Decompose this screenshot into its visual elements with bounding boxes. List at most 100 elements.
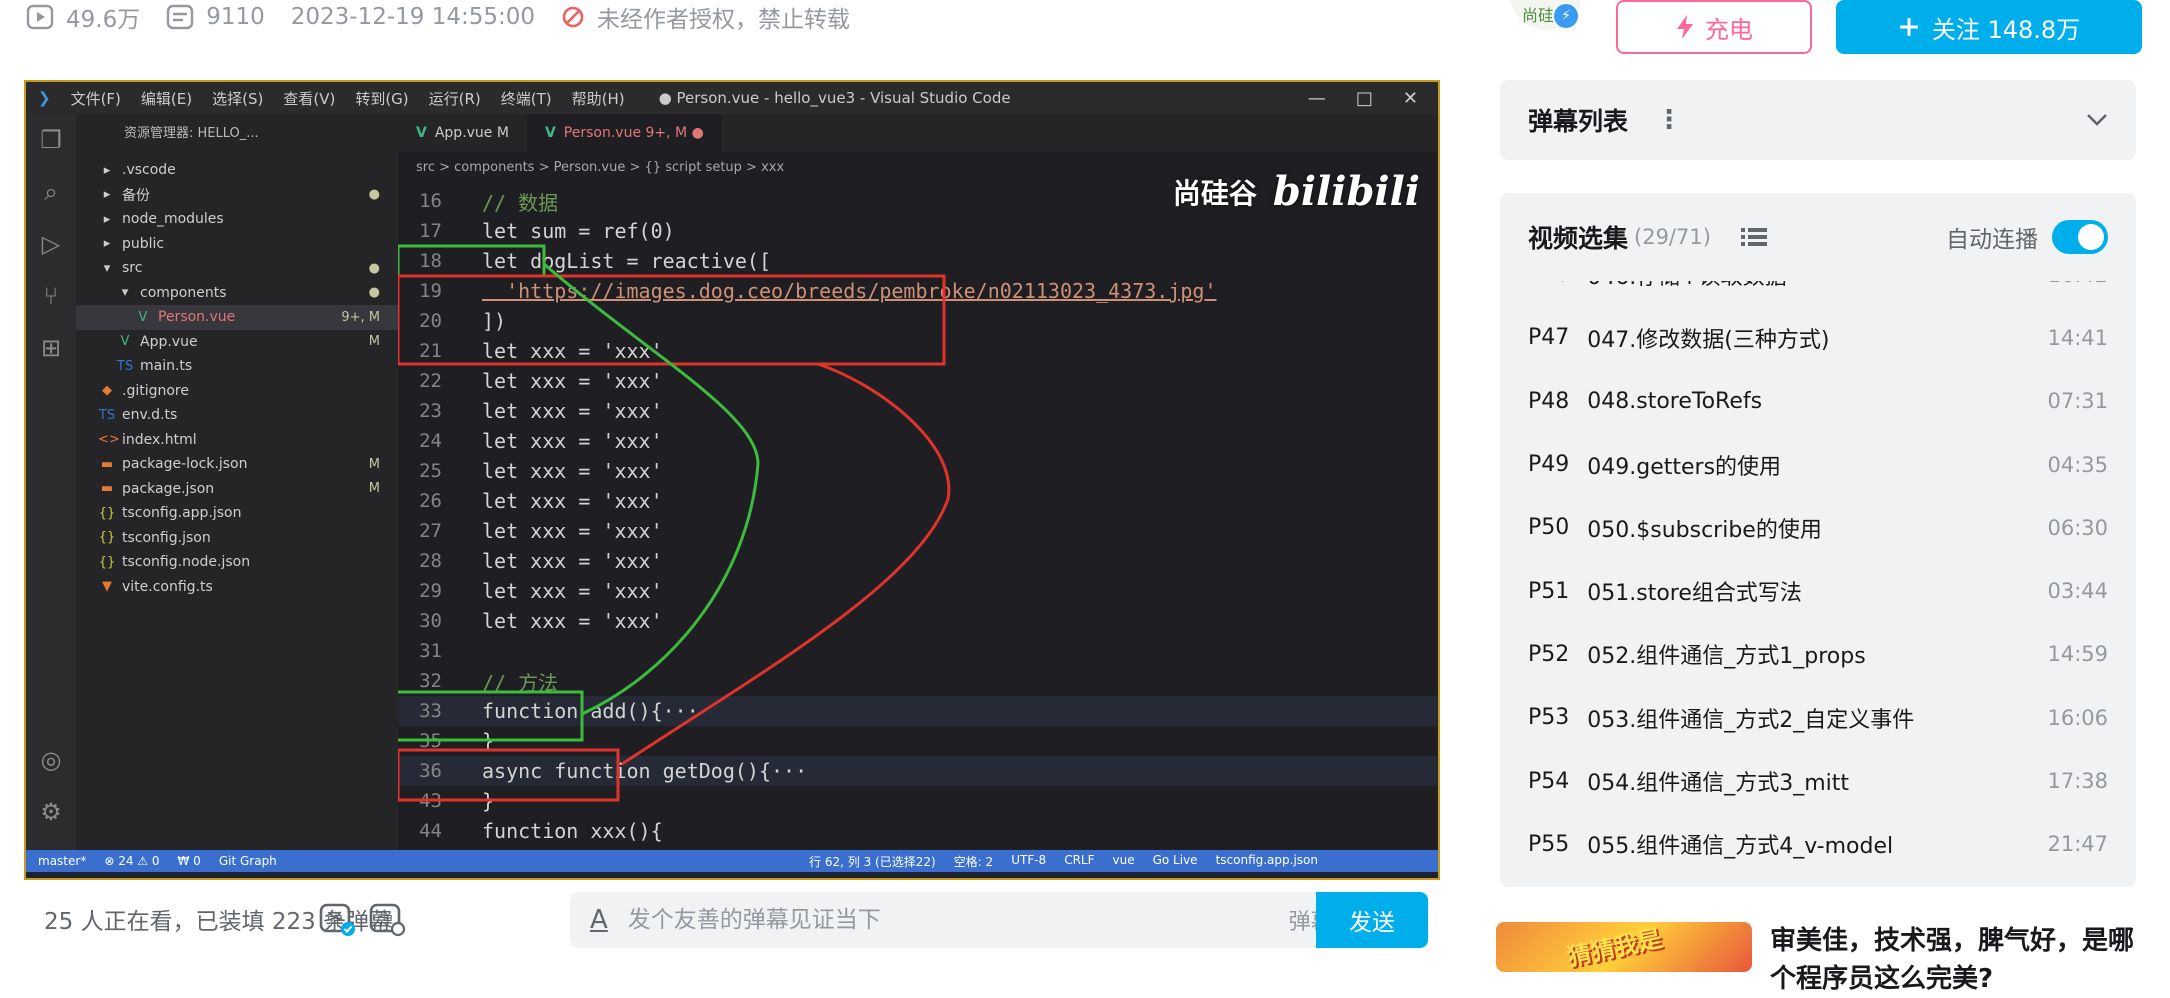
code-line: 33 function add(){···: [398, 696, 1438, 726]
files-icon: ❐: [40, 126, 62, 154]
playlist-item[interactable]: P48 048.storeToRefs 07:31: [1500, 370, 2136, 433]
playlist-item[interactable]: P55 055.组件通信_方式4_v-model 21:47: [1500, 813, 2136, 876]
file-tree-item: TS env.d.ts: [76, 403, 398, 428]
svg-text:弹: 弹: [327, 910, 343, 929]
danmaku-input[interactable]: [627, 907, 1148, 933]
episode-duration: 14:59: [2047, 642, 2108, 667]
file-type-icon: ▾: [103, 260, 111, 276]
recommended-video-thumbnail[interactable]: 猜猜我是: [1496, 922, 1752, 972]
file-type-icon: ▼: [102, 579, 112, 595]
follow-button[interactable]: 关注 148.8万: [1836, 0, 2142, 54]
line-number: 28: [419, 550, 442, 572]
video-watermark: 尚硅谷 bilibili: [1173, 168, 1420, 215]
code-line: 32 // 方法: [398, 666, 1438, 696]
code-text: // 数据: [482, 190, 559, 215]
file-status-badge: ●: [368, 260, 380, 276]
video-player[interactable]: ❯ 文件(F) 编辑(E) 选择(S) 查看(V) 转到(G) 运行(R) 终端(T) 帮助(…: [24, 80, 1440, 880]
file-status-badge: M: [368, 334, 380, 350]
plus-icon: [1899, 18, 1918, 36]
recommended-video-title[interactable]: 审美佳，技术强，脾气好，是哪个程序员这么完美?: [1770, 922, 2140, 998]
code-text: 'https://images.dog.ceo/breeds/pembroke/…: [482, 279, 1217, 303]
file-tree-label: vite.config.ts: [122, 578, 213, 595]
line-number: 16: [419, 190, 442, 212]
code-text: ]): [482, 309, 507, 333]
autoplay-label: 自动连播: [1946, 227, 2038, 253]
verified-badge-icon: ⚡: [1552, 2, 1580, 30]
playlist-item[interactable]: P50 050.$subscribe的使用 06:30: [1500, 496, 2136, 559]
episode-number: P49: [1528, 452, 1570, 478]
file-type-icon: ▾: [121, 285, 129, 301]
file-tree-label: tsconfig.node.json: [122, 554, 251, 571]
statusbar-item: Go Live: [1152, 852, 1198, 867]
danmaku-settings-icon[interactable]: 弹: [364, 896, 410, 942]
code-text: let xxx = 'xxx': [482, 429, 663, 453]
code-line: 25 let xxx = 'xxx': [398, 456, 1438, 486]
episode-title: 047.修改数据(三种方式): [1587, 327, 1830, 353]
line-number: 31: [419, 640, 442, 662]
file-tree-item: TS main.ts: [76, 354, 398, 379]
file-status-badge: ●: [368, 285, 380, 301]
file-tree-item: ▸ .vscode: [76, 158, 398, 183]
file-tree-label: index.html: [122, 431, 197, 448]
line-number: 22: [419, 370, 442, 392]
list-view-icon[interactable]: [1740, 227, 1767, 247]
file-type-icon: ▬: [100, 456, 114, 472]
file-tree-label: 备份: [122, 187, 150, 204]
episode-duration: 03:44: [2047, 579, 2108, 604]
publish-time: 2023-12-19 14:55:00: [291, 4, 535, 30]
episode-duration: 07:31: [2047, 389, 2108, 414]
code-line: 29 let xxx = 'xxx': [398, 576, 1438, 606]
chevron-down-icon[interactable]: [2086, 108, 2108, 133]
vscode-menu-item: 选择(S): [212, 89, 264, 108]
danmaku-bar: 25 人正在看，已装填 223 条弹幕 弹 弹 A 弹幕礼仪 > 发送: [24, 888, 1440, 950]
file-tree-label: env.d.ts: [122, 407, 178, 424]
file-tree-item: {} tsconfig.node.json: [76, 550, 398, 575]
file-type-icon: ▸: [103, 236, 111, 252]
autoplay-toggle[interactable]: [2052, 220, 2108, 254]
statusbar-item: master*: [38, 854, 87, 868]
close-icon: ✕: [1402, 87, 1418, 109]
playlist-item[interactable]: P51 051.store组合式写法 03:44: [1500, 559, 2136, 622]
episode-number: P47: [1528, 325, 1570, 351]
episode-duration: 17:38: [2047, 769, 2108, 794]
line-number: 17: [419, 220, 442, 242]
extensions-icon: ⊞: [40, 334, 62, 362]
send-button[interactable]: 发送: [1316, 892, 1428, 948]
file-tree-label: components: [140, 284, 227, 301]
code-line: 30 let xxx = 'xxx': [398, 606, 1438, 636]
font-style-icon[interactable]: A: [590, 905, 608, 935]
vscode-explorer: 资源管理器: HELLO_... ▸ .vscode ▸ 备份 ● ▸ node_modul…: [76, 114, 398, 850]
file-tree-label: tsconfig.json: [122, 529, 211, 546]
playlist-item[interactable]: P52 052.组件通信_方式1_props 14:59: [1500, 623, 2136, 686]
line-number: 32: [419, 670, 442, 692]
vue-file-icon: V: [544, 125, 556, 141]
playlist-item[interactable]: P47 047.修改数据(三种方式) 14:41: [1500, 306, 2136, 369]
playlist-item[interactable]: P49 049.getters的使用 04:35: [1500, 433, 2136, 496]
file-tree-label: src: [122, 260, 143, 277]
minimize-icon: —: [1307, 87, 1326, 109]
code-line: 28 let xxx = 'xxx': [398, 546, 1438, 576]
file-tree-label: package.json: [122, 480, 215, 497]
file-tree-label: Person.vue: [158, 309, 236, 326]
statusbar-item: Git Graph: [218, 854, 277, 868]
file-tree-label: tsconfig.app.json: [122, 505, 242, 522]
file-tree-item: {} tsconfig.json: [76, 526, 398, 551]
playlist-item[interactable]: P56056.组件通信_$attrs的细节05:51: [1500, 876, 2136, 887]
charge-button[interactable]: 充电: [1616, 0, 1812, 54]
danmaku-list-panel[interactable]: 弹幕列表 ⋮: [1500, 80, 2136, 160]
episode-number: P52: [1528, 641, 1570, 667]
playlist-item[interactable]: P54 054.组件通信_方式3_mitt 17:38: [1500, 749, 2136, 812]
file-type-icon: {}: [98, 505, 116, 521]
code-line: 35}: [398, 726, 1438, 756]
line-number: 23: [419, 400, 442, 422]
code-area: 16 // 数据 17 let sum = ref(0) 18 let dogList =…: [398, 186, 1438, 846]
more-options-icon[interactable]: ⋮: [1656, 105, 1682, 135]
line-number: 19: [419, 280, 442, 302]
playlist-header: 视频选集 (29/71) 自动连播: [1500, 193, 2136, 281]
file-status-badge: ●: [368, 187, 380, 203]
code-line: 23 let xxx = 'xxx': [398, 396, 1438, 426]
playlist-item[interactable]: P53 053.组件通信_方式2_自定义事件 16:06: [1500, 686, 2136, 749]
danmaku-toggle-icon[interactable]: 弹: [314, 896, 360, 942]
code-line: 24 let xxx = 'xxx': [398, 426, 1438, 456]
code-text: let xxx = 'xxx': [482, 579, 663, 603]
